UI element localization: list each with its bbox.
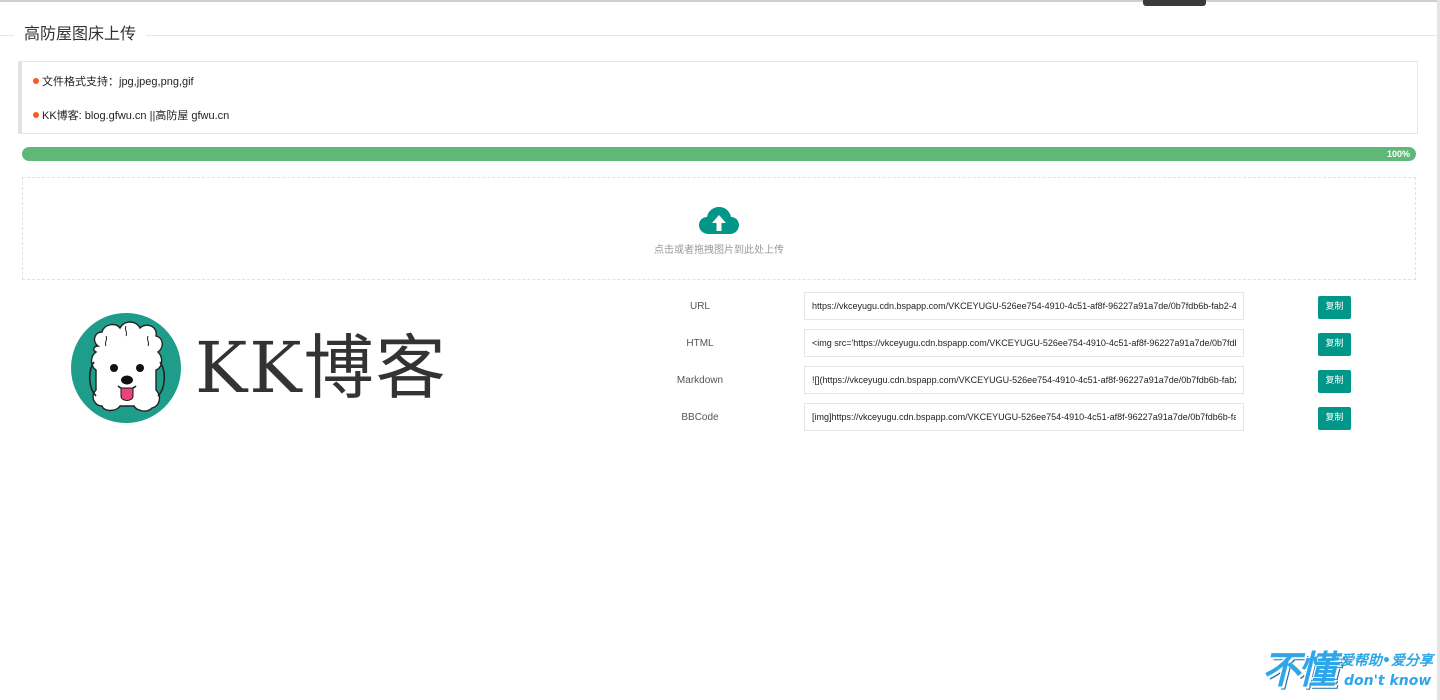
- poodle-dog-avatar: [71, 313, 181, 423]
- format-info-text: 文件格式支持：jpg,jpeg,png,gif: [42, 76, 194, 88]
- copy-markdown-button[interactable]: 复制: [1318, 370, 1351, 393]
- copy-bbcode-button[interactable]: 复制: [1318, 407, 1351, 430]
- title-divider: [0, 35, 1437, 36]
- html-field[interactable]: [804, 329, 1244, 357]
- html-label: HTML: [686, 338, 714, 349]
- blog-info: KK博客: blog.gfwu.cn ||高防屋 gfwu.cn: [33, 109, 229, 123]
- watermark-subtitle: don't know: [1344, 673, 1432, 689]
- markdown-field[interactable]: [804, 366, 1244, 394]
- upload-progress-label: 100%: [1386, 149, 1410, 159]
- url-field[interactable]: [804, 292, 1244, 320]
- copy-html-button[interactable]: 复制: [1318, 333, 1351, 356]
- upload-hint: 点击或者拖拽图片到此处上传: [654, 245, 784, 256]
- bullet-dot-icon: [33, 78, 39, 84]
- top-badge: [1143, 0, 1206, 6]
- upload-progress-bar: 100%: [22, 147, 1416, 161]
- cloud-upload-icon: [699, 207, 739, 234]
- markdown-label: Markdown: [676, 375, 724, 386]
- blog-info-text: KK博客: blog.gfwu.cn ||高防屋 gfwu.cn: [42, 110, 230, 122]
- watermark-slogan: 爱帮助•爱分享: [1340, 653, 1433, 669]
- upload-drop-zone[interactable]: 点击或者拖拽图片到此处上传: [22, 177, 1416, 280]
- bbcode-label: BBCode: [681, 412, 719, 423]
- kk-blog-logo: KK博客: [70, 312, 446, 426]
- logo-text: KK博客: [195, 327, 448, 409]
- page-title: 高防屋图床上传: [14, 24, 147, 46]
- window-top-border: [0, 0, 1440, 2]
- copy-url-button[interactable]: 复制: [1318, 296, 1351, 319]
- upload-progress-fill: [22, 147, 1416, 161]
- watermark-logo: 不懂: [1262, 648, 1336, 692]
- bullet-dot-icon: [33, 112, 39, 118]
- format-info: 文件格式支持：jpg,jpeg,png,gif: [33, 75, 194, 89]
- bbcode-field[interactable]: [804, 403, 1244, 431]
- url-label: URL: [689, 301, 710, 312]
- info-box: 文件格式支持：jpg,jpeg,png,gif KK博客: blog.gfwu.…: [18, 61, 1418, 134]
